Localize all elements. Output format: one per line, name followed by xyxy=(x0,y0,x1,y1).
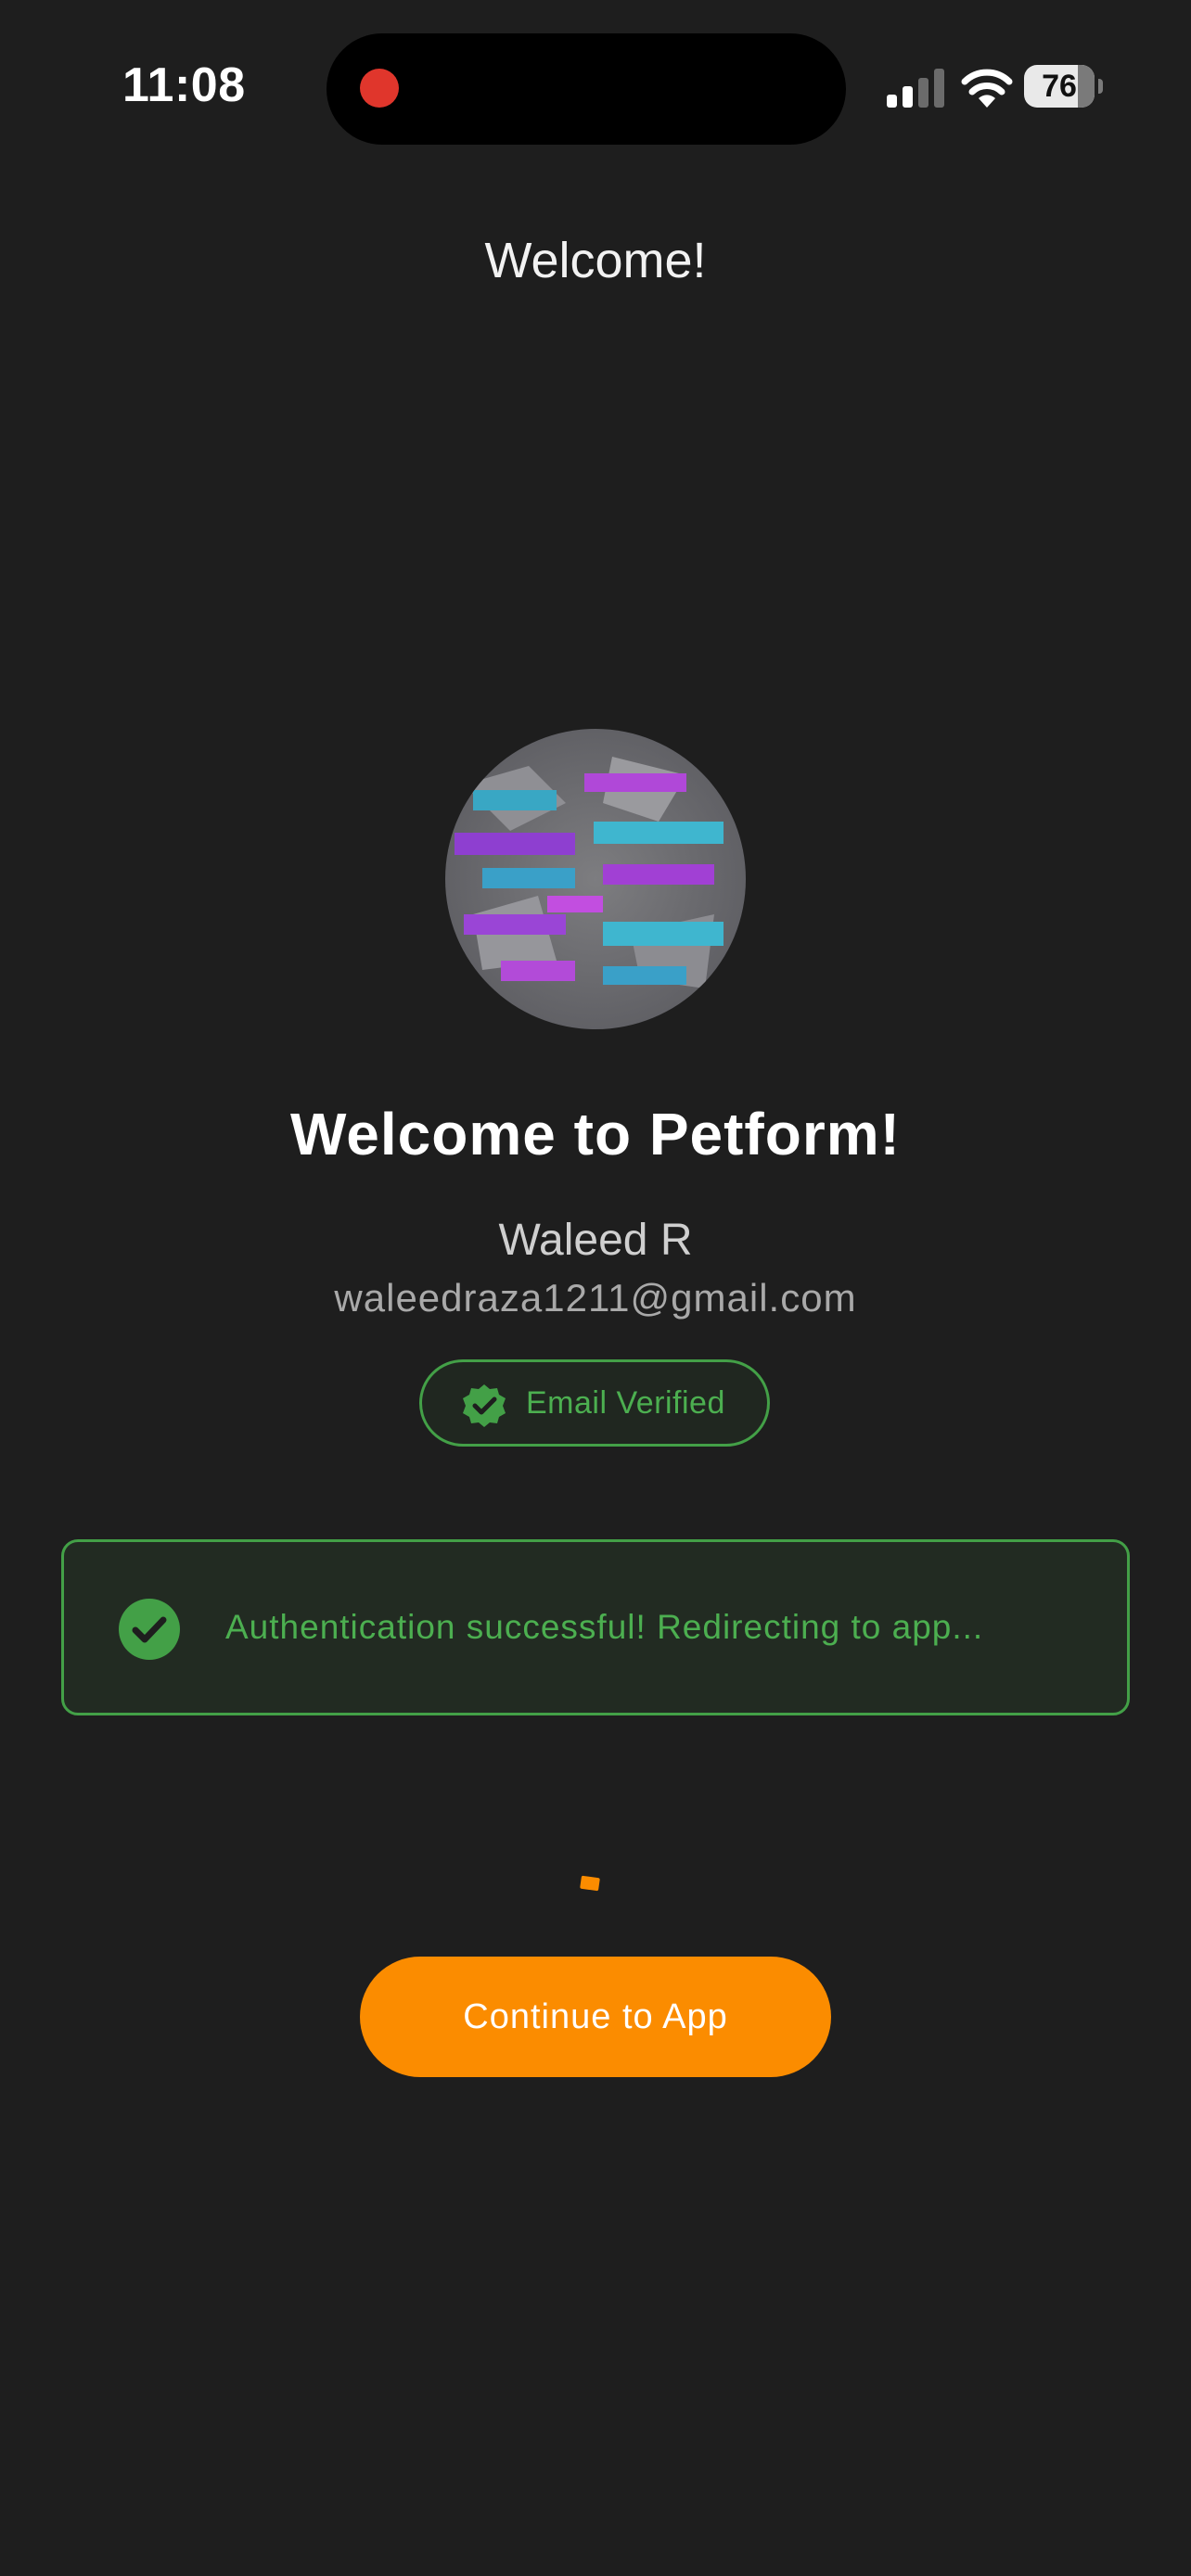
email-verified-badge: Email Verified xyxy=(419,1359,770,1447)
signal-icon xyxy=(887,69,944,108)
avatar xyxy=(445,729,746,1029)
page-title: Welcome! xyxy=(484,233,707,288)
battery-icon: 76 xyxy=(1024,65,1103,108)
wifi-icon xyxy=(961,69,1013,108)
loading-spinner xyxy=(580,1875,600,1892)
user-name: Waleed R xyxy=(498,1216,693,1265)
check-circle-icon xyxy=(119,1599,180,1660)
verified-badge-icon xyxy=(463,1384,506,1427)
user-email: waleedraza1211@gmail.com xyxy=(334,1276,857,1320)
dynamic-island xyxy=(327,33,846,145)
continue-to-app-button[interactable]: Continue to App xyxy=(360,1957,831,2077)
welcome-heading: Welcome to Petform! xyxy=(290,1101,901,1167)
app-screen: 11:08 76 Welcome! Welcome to Petform! Wa… xyxy=(0,0,1191,2576)
recording-indicator-icon xyxy=(360,69,399,108)
success-banner: Authentication successful! Redirecting t… xyxy=(61,1539,1130,1715)
banner-message: Authentication successful! Redirecting t… xyxy=(225,1608,984,1646)
status-time: 11:08 xyxy=(122,58,246,112)
battery-level: 76 xyxy=(1042,69,1077,104)
badge-label: Email Verified xyxy=(526,1385,725,1421)
